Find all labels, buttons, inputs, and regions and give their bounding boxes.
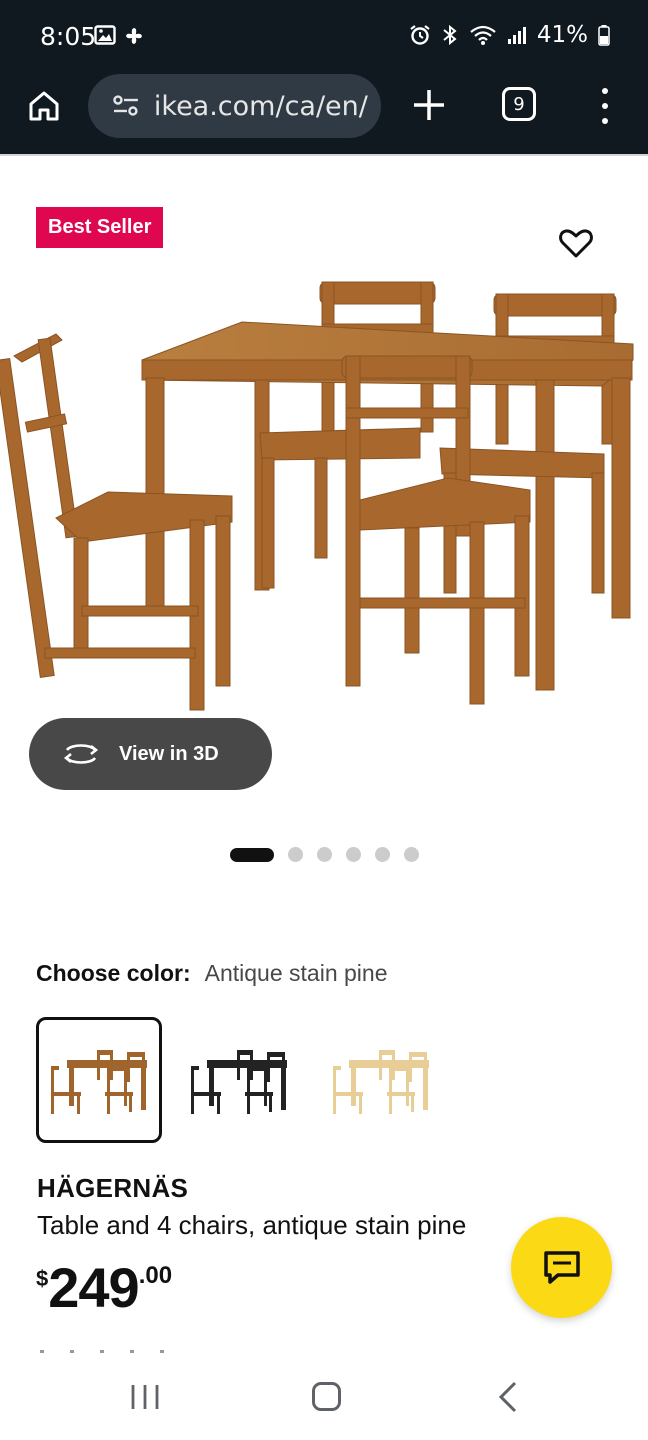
home-button[interactable] [24,86,64,126]
url-text: ikea.com/ca/en/ [153,90,368,122]
swatch-thumbnail [191,1050,287,1114]
rotate-3d-icon [63,744,99,764]
menu-dot-icon [602,103,608,109]
view-in-3d-button[interactable]: View in 3D [29,718,272,790]
star-icon [40,1350,44,1353]
star-icon [100,1350,104,1353]
pinwheel-icon [126,28,142,44]
star-icon [130,1350,134,1353]
product-name[interactable]: HÄGERNÄS [37,1173,188,1204]
chat-icon [543,1250,580,1284]
carousel-dot[interactable] [375,847,390,862]
swatch-thumbnail [51,1050,147,1114]
favorite-button[interactable] [556,223,596,263]
bluetooth-icon [443,24,457,46]
selected-color-value: Antique stain pine [204,960,388,986]
best-seller-badge: Best Seller [36,207,164,248]
carousel-dot[interactable] [404,847,419,862]
battery-percent: 41% [536,22,588,48]
heart-icon [559,229,593,258]
home-icon [29,91,59,121]
color-swatch-antique-stain-pine[interactable] [36,1017,162,1143]
back-icon[interactable] [497,1381,519,1413]
product-description: Table and 4 chairs, antique stain pine [37,1210,467,1240]
color-swatch-natural-pine[interactable] [318,1017,444,1143]
home-nav-icon[interactable] [312,1382,341,1411]
product-image[interactable] [0,268,648,718]
site-settings-icon[interactable] [112,94,140,118]
plus-icon [414,90,444,120]
carousel-dot[interactable] [317,847,332,862]
image-carousel-dots [230,847,419,862]
new-tab-button[interactable] [408,84,450,126]
product-price: $ 249 .00 [36,1258,172,1318]
chat-button[interactable] [511,1217,612,1318]
color-chooser-header: Choose color: Antique stain pine [36,960,387,987]
carousel-dot-active[interactable] [230,847,274,862]
status-bar: 8:05 41% [0,0,648,74]
alarm-icon [410,25,430,45]
system-nav-bar [0,1355,648,1440]
price-decimal: .00 [138,1262,173,1289]
menu-dot-icon [602,118,608,124]
status-left-icons [94,24,146,48]
recent-apps-icon[interactable] [130,1384,160,1410]
color-swatch-black[interactable] [176,1017,302,1143]
wifi-icon [470,25,496,45]
price-currency: $ [36,1266,49,1291]
carousel-dot[interactable] [346,847,361,862]
signal-icon [507,27,526,44]
view-in-3d-label: View in 3D [119,742,219,765]
toolbar-divider [0,154,648,156]
address-bar[interactable]: ikea.com/ca/en/ [88,74,381,138]
status-time: 8:05 [40,22,97,51]
browser-toolbar: ikea.com/ca/en/ 9 [0,74,648,155]
battery-icon [598,25,610,46]
carousel-dot[interactable] [288,847,303,862]
swatch-thumbnail [333,1050,429,1114]
status-right-icons: 41% [409,22,610,48]
star-icon [160,1350,164,1353]
choose-color-label: Choose color: [36,960,191,986]
gallery-icon [94,25,116,45]
rating-stars-partial [40,1350,164,1353]
star-icon [70,1350,74,1353]
tab-switcher-button[interactable]: 9 [502,87,536,121]
overflow-menu-button[interactable] [594,84,616,128]
price-integer: 249 [48,1256,139,1319]
menu-dot-icon [602,88,608,94]
